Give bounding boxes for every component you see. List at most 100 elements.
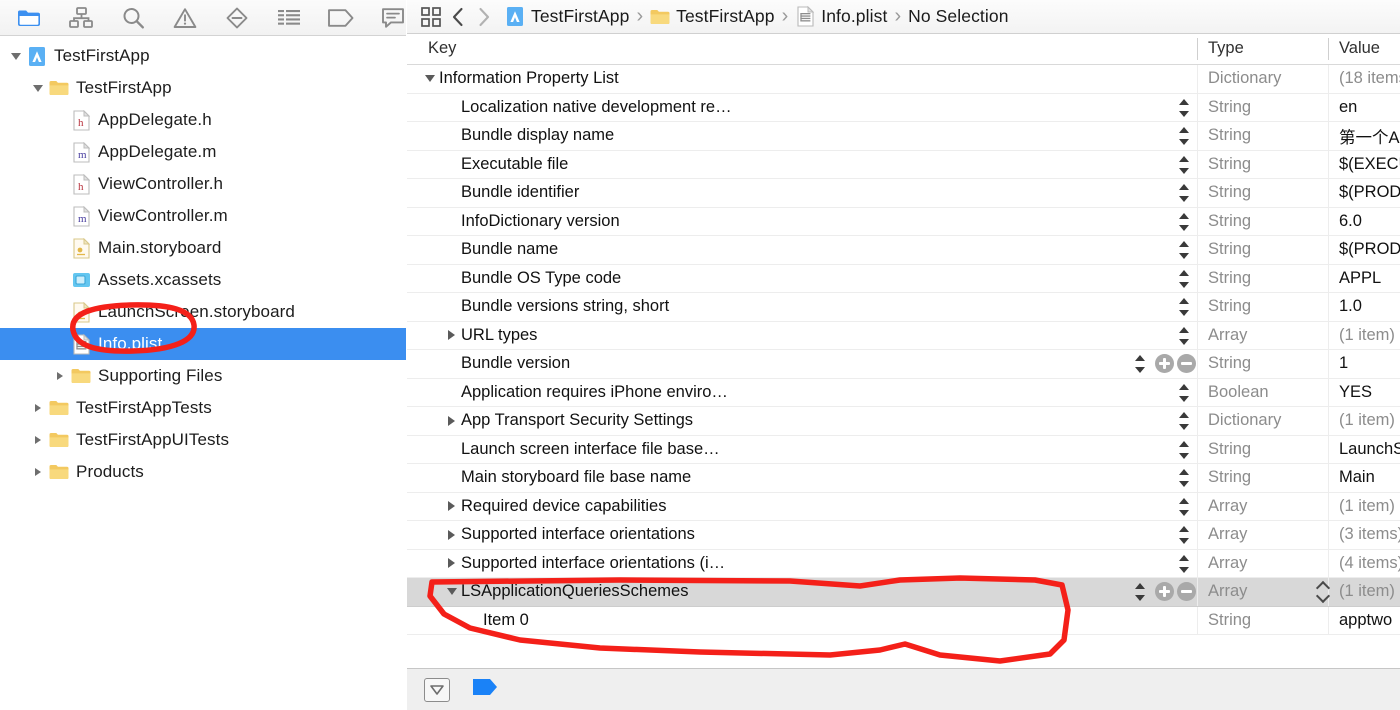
plist-key[interactable]: URL types [461, 326, 537, 345]
breadcrumb-item-info-plist[interactable]: Info.plist [795, 4, 887, 30]
plist-value[interactable]: en [1339, 98, 1357, 117]
plist-value[interactable]: (1 item) [1339, 582, 1395, 601]
plist-row[interactable]: Bundle identifier String $(PRODUCT_BUNDLE_… [407, 179, 1400, 208]
plist-key[interactable]: Information Property List [439, 69, 619, 88]
plist-value[interactable]: $(EXECUTABLE_NAME) [1339, 155, 1400, 174]
plist-value[interactable]: APPL [1339, 269, 1381, 288]
plist-row[interactable]: Supported interface orientations (i… Arra… [407, 549, 1400, 578]
plist-value[interactable]: LaunchScreen [1339, 440, 1400, 459]
key-stepper[interactable] [1179, 497, 1190, 517]
plist-row[interactable]: InfoDictionary version String 6.0 [407, 207, 1400, 236]
jump-bar-back-button[interactable] [445, 4, 471, 30]
plist-type[interactable]: String [1208, 354, 1251, 373]
plist-key[interactable]: Bundle version [461, 354, 570, 373]
twirl-closed-icon[interactable] [30, 432, 46, 448]
plist-type[interactable]: String [1208, 212, 1251, 231]
tree-item-assets-xcassets[interactable]: Assets.xcassets [0, 264, 406, 296]
plist-row[interactable]: Launch screen interface file base… String… [407, 435, 1400, 464]
remove-row-button[interactable] [1177, 354, 1196, 373]
plist-key[interactable]: InfoDictionary version [461, 212, 620, 231]
plist-key[interactable]: Bundle versions string, short [461, 297, 669, 316]
plist-value[interactable]: 1 [1339, 354, 1348, 373]
plist-type[interactable]: Dictionary [1208, 411, 1281, 430]
report-navigator-icon[interactable] [380, 5, 406, 31]
row-disclosure-open-icon[interactable] [445, 585, 458, 598]
plist-row[interactable]: Main storyboard file base name String Main [407, 464, 1400, 493]
key-stepper[interactable] [1179, 98, 1190, 118]
tree-item-testfirstapp[interactable]: TestFirstApp [0, 72, 406, 104]
plist-key[interactable]: Executable file [461, 155, 568, 174]
plist-row[interactable]: App Transport Security Settings Dictionar… [407, 407, 1400, 436]
plist-key[interactable]: Application requires iPhone enviro… [461, 383, 728, 402]
column-header-type[interactable]: Type [1208, 39, 1244, 58]
twirl-open-icon[interactable] [8, 48, 24, 64]
plist-value[interactable]: (18 items) [1339, 69, 1400, 88]
tree-item-testfirstapp[interactable]: TestFirstApp [0, 40, 406, 72]
plist-row[interactable]: Bundle OS Type code String APPL [407, 264, 1400, 293]
row-disclosure-closed-icon[interactable] [445, 528, 458, 541]
file-tree[interactable]: TestFirstApp TestFirstApp h AppDelegate.h m A… [0, 36, 406, 710]
key-stepper[interactable] [1179, 440, 1190, 460]
twirl-closed-icon[interactable] [30, 464, 46, 480]
plist-value[interactable]: $(PRODUCT_NAME) [1339, 240, 1400, 259]
key-stepper[interactable] [1179, 155, 1190, 175]
plist-value[interactable]: 第一个APP [1339, 124, 1400, 148]
key-stepper[interactable] [1179, 554, 1190, 574]
breakpoint-navigator-icon[interactable] [328, 5, 354, 31]
key-stepper[interactable] [1179, 525, 1190, 545]
row-disclosure-closed-icon[interactable] [445, 414, 458, 427]
plist-value[interactable]: Main [1339, 468, 1375, 487]
plist-type[interactable]: String [1208, 98, 1251, 117]
tree-item-main-storyboard[interactable]: Main.storyboard [0, 232, 406, 264]
grid-icon[interactable] [417, 4, 445, 30]
tree-item-launchscreen-storyboard[interactable]: LaunchScreen.storyboard [0, 296, 406, 328]
header-divider-type[interactable] [1197, 38, 1198, 60]
twirl-closed-icon[interactable] [52, 368, 68, 384]
plist-key[interactable]: Bundle name [461, 240, 558, 259]
plist-type[interactable]: Array [1208, 326, 1247, 345]
key-stepper[interactable] [1179, 212, 1190, 232]
tree-item-viewcontroller-m[interactable]: m ViewController.m [0, 200, 406, 232]
plist-row[interactable]: Required device capabilities Array (1 item… [407, 492, 1400, 521]
plist-row[interactable]: Bundle version String 1 [407, 350, 1400, 379]
row-disclosure-open-icon[interactable] [423, 72, 436, 85]
test-navigator-icon[interactable] [224, 5, 250, 31]
plist-value[interactable]: 1.0 [1339, 297, 1362, 316]
plist-value[interactable]: (1 item) [1339, 326, 1395, 345]
plist-type[interactable]: String [1208, 611, 1251, 630]
plist-type[interactable]: Boolean [1208, 383, 1269, 402]
key-stepper[interactable] [1135, 582, 1146, 602]
twirl-closed-icon[interactable] [30, 400, 46, 416]
plist-value[interactable]: (4 items) [1339, 554, 1400, 573]
plist-row[interactable]: Supported interface orientations Array (3 … [407, 521, 1400, 550]
plist-row[interactable]: Bundle display name String 第一个APP [407, 122, 1400, 151]
tree-item-appdelegate-h[interactable]: h AppDelegate.h [0, 104, 406, 136]
row-disclosure-closed-icon[interactable] [445, 329, 458, 342]
key-stepper[interactable] [1179, 383, 1190, 403]
breadcrumb-item-testfirstapp[interactable]: TestFirstApp [505, 4, 629, 30]
plist-key[interactable]: Item 0 [483, 611, 529, 630]
breadcrumb-item-no-selection[interactable]: No Selection [908, 4, 1008, 30]
tree-item-viewcontroller-h[interactable]: h ViewController.h [0, 168, 406, 200]
key-stepper[interactable] [1135, 354, 1146, 374]
breadcrumb-item-testfirstapp[interactable]: TestFirstApp [650, 4, 774, 30]
plist-value[interactable]: (3 items) [1339, 525, 1400, 544]
debug-navigator-icon[interactable] [276, 5, 302, 31]
key-stepper[interactable] [1179, 468, 1190, 488]
disclosure-filter-icon[interactable] [424, 677, 450, 702]
plist-key[interactable]: Supported interface orientations [461, 525, 695, 544]
key-stepper[interactable] [1179, 297, 1190, 317]
plist-row[interactable]: Executable file String $(EXECUTABLE_NAME) [407, 150, 1400, 179]
twirl-open-icon[interactable] [30, 80, 46, 96]
plist-type[interactable]: Dictionary [1208, 69, 1281, 88]
plist-row[interactable]: Localization native development re… Strin… [407, 93, 1400, 122]
plist-type[interactable]: String [1208, 126, 1251, 145]
plist-type[interactable]: String [1208, 183, 1251, 202]
key-stepper[interactable] [1179, 326, 1190, 346]
plist-row[interactable]: Application requires iPhone enviro… Boole… [407, 378, 1400, 407]
tree-item-info-plist[interactable]: Info.plist [0, 328, 406, 360]
plist-key[interactable]: Bundle identifier [461, 183, 579, 202]
add-row-button[interactable] [1155, 354, 1174, 373]
jump-bar-forward-button[interactable] [471, 4, 497, 30]
find-navigator-icon[interactable] [120, 5, 146, 31]
